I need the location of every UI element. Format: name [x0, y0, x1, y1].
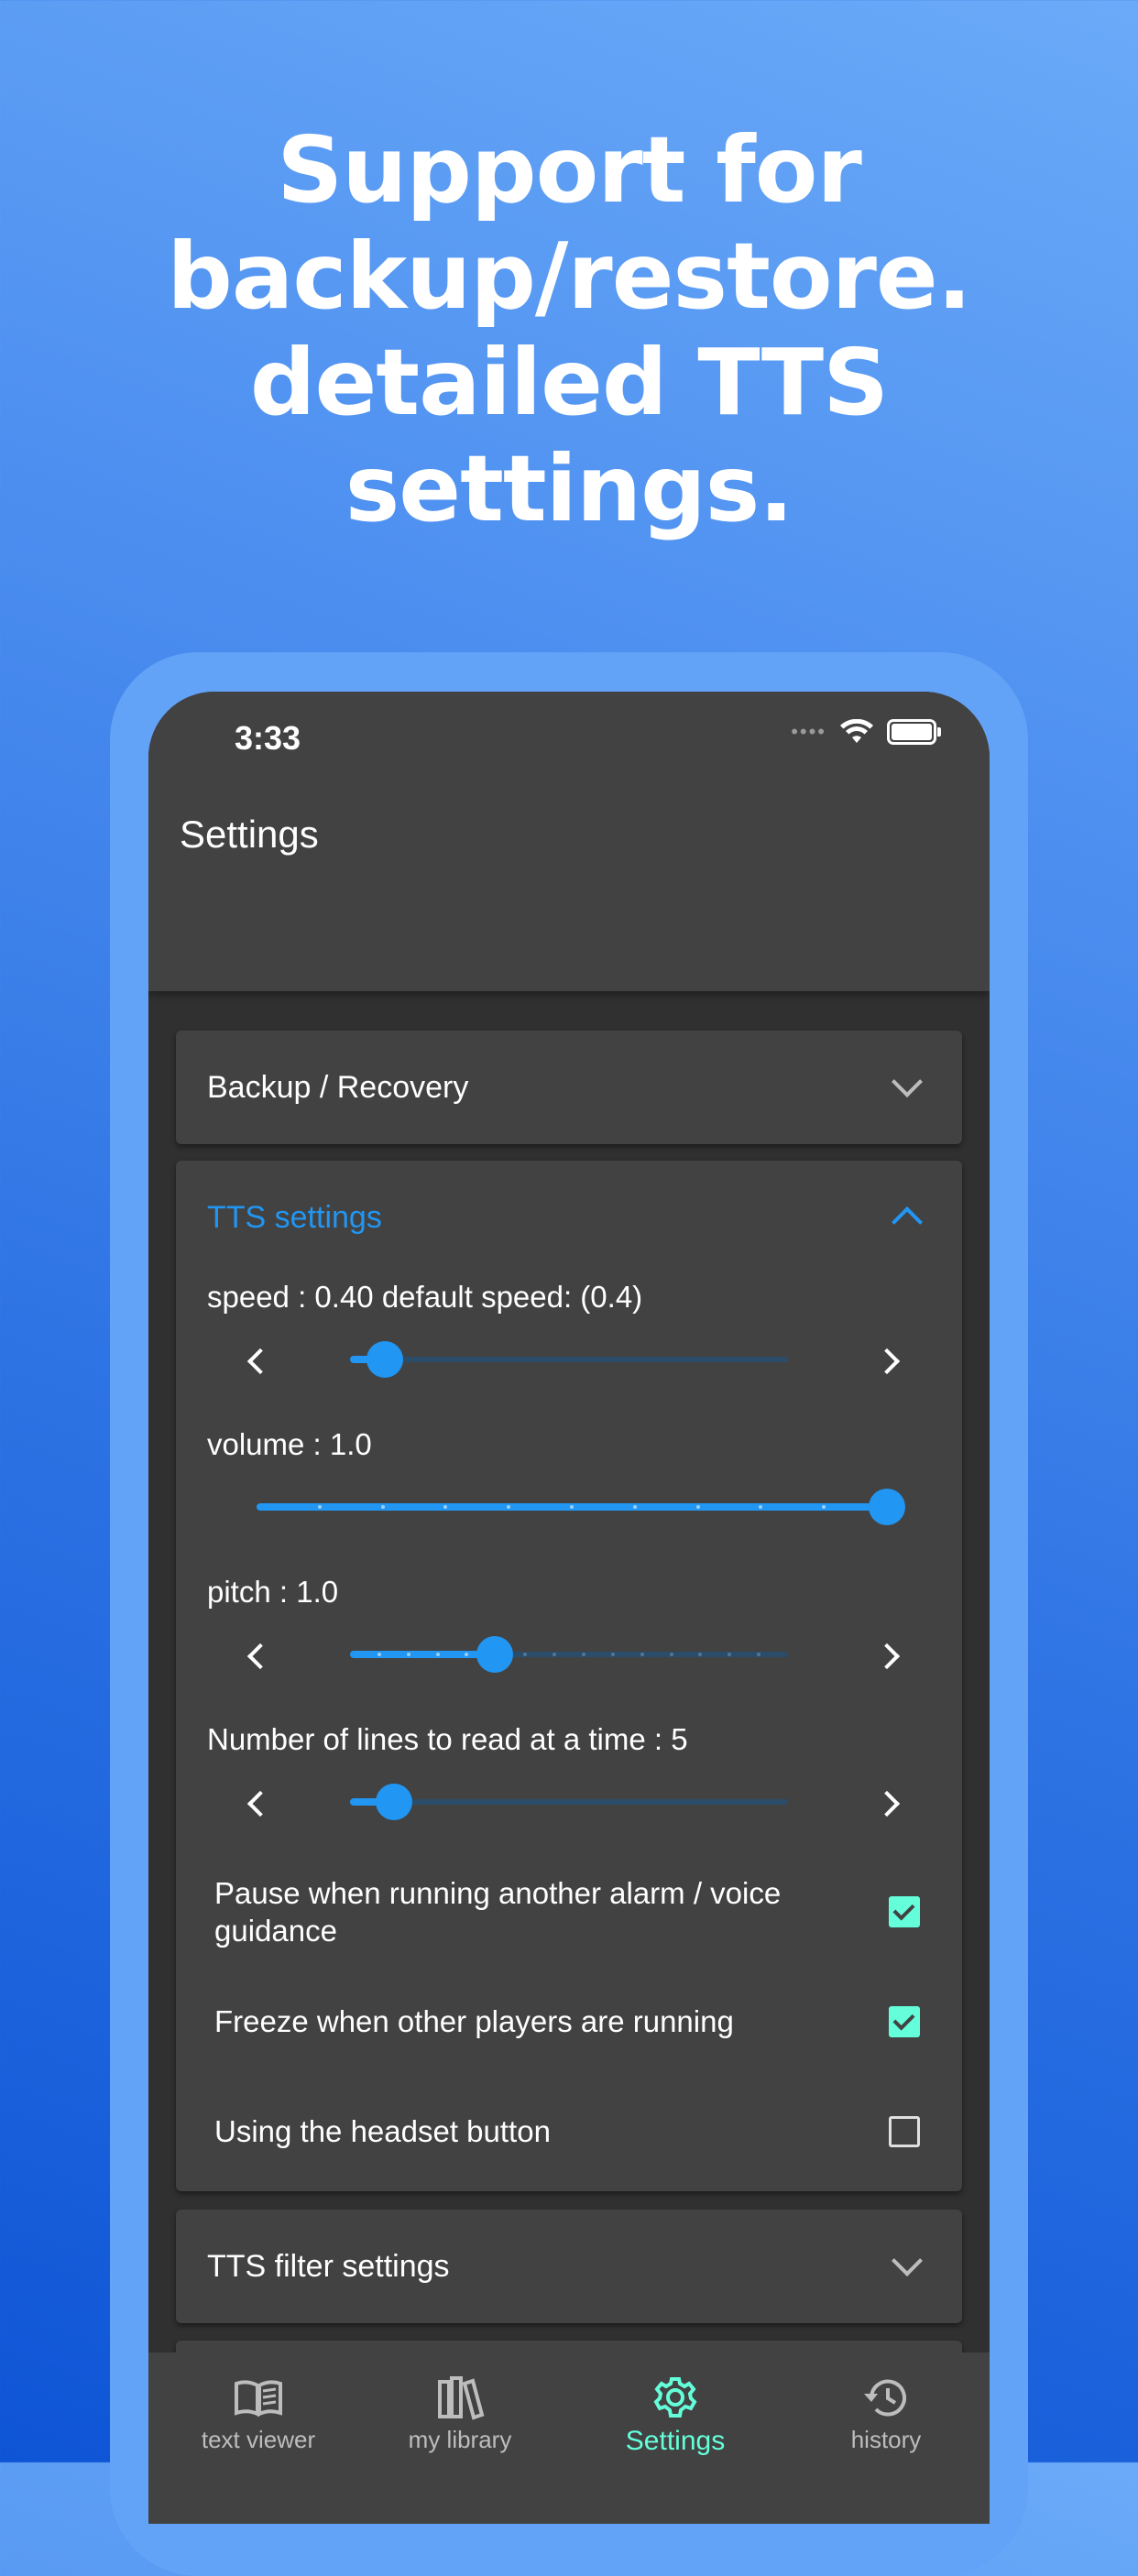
page-title: Settings — [180, 813, 319, 856]
status-time: 3:33 — [235, 719, 301, 757]
speed-increase-icon[interactable] — [873, 1348, 901, 1375]
slider-tick — [465, 1653, 468, 1656]
chevron-down-icon[interactable] — [892, 1066, 923, 1097]
option-label: Using the headset button — [214, 2114, 551, 2148]
slider-tick — [698, 1653, 702, 1656]
app-bar: 3:33 •••• Settings — [148, 692, 990, 991]
slider-tick — [822, 1505, 826, 1509]
nav-label: Settings — [625, 2426, 726, 2456]
option-headset-button[interactable]: Using the headset button — [214, 2095, 931, 2168]
nav-settings[interactable]: Settings — [570, 2352, 781, 2457]
slider-tick — [553, 1653, 556, 1656]
slider-tick — [443, 1505, 447, 1509]
headline-line: backup/restore. — [167, 223, 971, 330]
slider-fill — [350, 1651, 495, 1658]
pitch-label: pitch : 1.0 — [207, 1575, 339, 1609]
slider-thumb[interactable] — [367, 1341, 403, 1378]
slider-tick — [759, 1505, 762, 1509]
pitch-slider[interactable] — [350, 1636, 788, 1673]
slider-tick — [582, 1653, 585, 1656]
panel-title: TTS settings — [207, 1199, 382, 1235]
tts-filter-header[interactable]: TTS filter settings — [207, 2210, 931, 2323]
panel-title: TTS filter settings — [207, 2248, 450, 2284]
lines-decrease-icon[interactable] — [246, 1790, 274, 1817]
pause-alarm-checkbox[interactable] — [889, 1896, 920, 1927]
chevron-up-icon[interactable] — [892, 1206, 923, 1238]
lines-increase-icon[interactable] — [873, 1790, 901, 1817]
slider-tick — [436, 1653, 440, 1656]
gear-icon — [653, 2377, 697, 2418]
library-icon — [438, 2376, 485, 2420]
slider-tick — [611, 1653, 615, 1656]
nav-label: my library — [408, 2426, 512, 2453]
phone-screen: 3:33 •••• Settings Backup / Recovery TTS… — [148, 692, 990, 2524]
speed-slider[interactable] — [350, 1341, 788, 1378]
bottom-navigation: text viewer my library Settings history — [148, 2352, 990, 2524]
option-label: Pause when running another alarm / voice… — [214, 1876, 782, 1948]
nav-my-library[interactable]: my library — [355, 2352, 565, 2454]
slider-tick — [757, 1653, 760, 1656]
slider-tick — [523, 1653, 527, 1656]
lines-slider[interactable] — [350, 1784, 788, 1820]
tts-settings-panel: TTS settings speed : 0.40 default speed:… — [176, 1161, 962, 2191]
volume-slider[interactable] — [257, 1489, 905, 1525]
slider-tick — [696, 1505, 700, 1509]
status-icons: •••• — [791, 719, 941, 745]
option-pause-alarm[interactable]: Pause when running another alarm / voice… — [214, 1866, 931, 1958]
nav-label: history — [850, 2426, 922, 2453]
promo-headline: Support for backup/restore. detailed TTS… — [0, 117, 1138, 542]
slider-thumb[interactable] — [476, 1636, 513, 1673]
slider-tick — [670, 1653, 673, 1656]
option-freeze-players[interactable]: Freeze when other players are running — [214, 1985, 931, 2058]
slider-tick — [728, 1653, 731, 1656]
slider-tick — [318, 1505, 322, 1509]
headline-line: Support for — [277, 116, 862, 224]
nav-text-viewer[interactable]: text viewer — [153, 2352, 364, 2454]
slider-tick — [640, 1653, 644, 1656]
slider-tick — [570, 1505, 574, 1509]
backup-recovery-header[interactable]: Backup / Recovery — [207, 1031, 931, 1144]
speed-label: speed : 0.40 default speed: (0.4) — [207, 1280, 643, 1314]
headline-line: settings. — [345, 435, 794, 542]
slider-thumb[interactable] — [869, 1489, 905, 1525]
slider-tick — [407, 1653, 410, 1656]
freeze-players-checkbox[interactable] — [889, 2006, 920, 2037]
volume-label: volume : 1.0 — [207, 1427, 372, 1461]
nav-label: text viewer — [201, 2426, 316, 2453]
battery-icon — [887, 719, 941, 745]
slider-tick — [378, 1653, 381, 1656]
slider-tick — [381, 1505, 385, 1509]
speed-decrease-icon[interactable] — [246, 1348, 274, 1375]
wifi-icon — [840, 719, 873, 743]
tts-filter-panel[interactable]: TTS filter settings — [176, 2210, 962, 2323]
book-icon — [235, 2380, 282, 2418]
nav-history[interactable]: history — [781, 2352, 990, 2454]
backup-recovery-panel[interactable]: Backup / Recovery — [176, 1031, 962, 1144]
option-label: Freeze when other players are running — [214, 2004, 734, 2038]
panel-title: Backup / Recovery — [207, 1069, 469, 1105]
chevron-down-icon[interactable] — [892, 2245, 923, 2276]
history-icon — [864, 2379, 906, 2417]
headset-button-checkbox[interactable] — [889, 2116, 920, 2147]
slider-tick — [633, 1505, 637, 1509]
lines-label: Number of lines to read at a time : 5 — [207, 1722, 688, 1756]
slider-thumb[interactable] — [376, 1784, 412, 1820]
pitch-increase-icon[interactable] — [873, 1643, 901, 1670]
signal-icon: •••• — [791, 720, 826, 743]
tts-settings-header[interactable]: TTS settings — [207, 1161, 931, 1274]
headline-line: detailed TTS — [249, 329, 889, 436]
pitch-decrease-icon[interactable] — [246, 1643, 274, 1670]
slider-tick — [507, 1505, 510, 1509]
